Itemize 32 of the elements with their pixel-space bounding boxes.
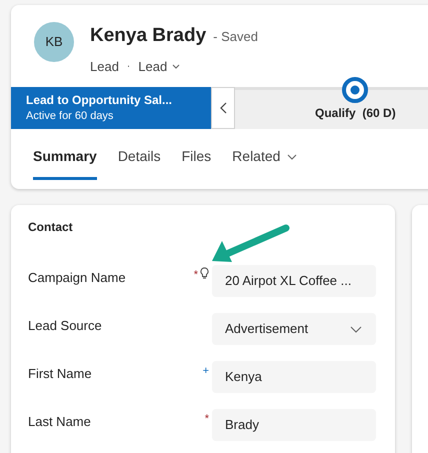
tab[interactable]: Summary [33,146,97,180]
chevron-down-icon [172,64,180,69]
form-selector[interactable]: Lead [138,56,180,76]
chevron-down-icon [350,326,362,332]
requirement-marker: * [204,412,209,427]
field-label: Last Name [28,413,92,431]
field-label: Campaign Name [28,269,127,287]
tab[interactable]: Related [232,146,298,180]
field-label: First Name [28,365,93,383]
process-flyout[interactable]: Lead to Opportunity Sal... Active for 60 days [11,87,211,129]
previous-stage-button[interactable] [211,87,235,129]
section-title: Contact [28,219,74,236]
separator-dot: · [126,60,130,74]
tab[interactable]: Files [182,146,212,180]
field-label: Lead Source [28,317,103,335]
stage-button[interactable]: Qualify (60 D) [315,77,396,122]
process-name: Lead to Opportunity Sal... [26,92,174,108]
process-duration: Active for 60 days [26,109,114,124]
stage-label: Qualify (60 D) [315,105,396,122]
save-status: - Saved [213,28,258,46]
text-field[interactable]: Kenya [212,361,376,393]
text-field[interactable]: 20 Airpot XL Coffee ... [212,265,376,297]
tab[interactable]: Details [118,146,161,180]
select-field[interactable]: Advertisement [212,313,376,345]
entity-label: Lead [90,58,119,76]
requirement-marker: + [202,364,209,379]
record-title: Kenya Brady [90,24,206,48]
chevron-left-icon [220,102,226,114]
avatar: KB [34,22,74,62]
requirement-marker: * [194,268,198,283]
text-field[interactable]: Brady [212,409,376,441]
active-stage-icon [342,77,368,103]
